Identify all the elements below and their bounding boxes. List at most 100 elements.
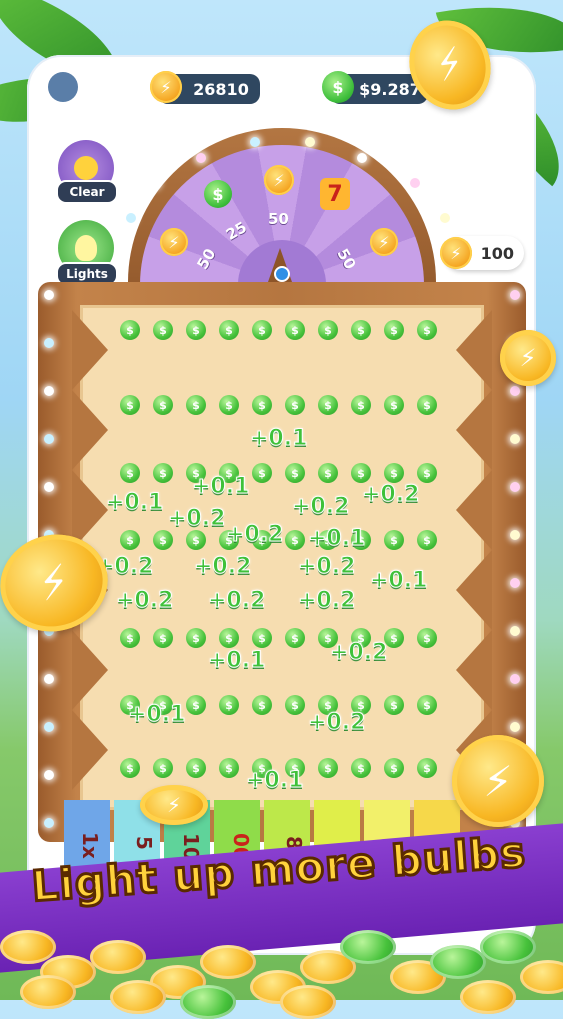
reward-popup: +0.2 [297, 554, 356, 580]
reward-popup: +0.2 [329, 640, 388, 666]
peg: $ [384, 320, 404, 340]
peg: $ [153, 395, 173, 415]
peg: $ [120, 463, 140, 483]
peg: $ [219, 695, 239, 715]
dollar-coin-icon [480, 930, 536, 964]
bulb-light [440, 213, 450, 223]
bulb-light [44, 434, 54, 444]
dollar-coin-icon: $ [322, 71, 354, 103]
bulb-light [305, 137, 315, 147]
bulb-light [44, 722, 54, 732]
peg: $ [186, 395, 206, 415]
reward-popup: +0.1 [127, 702, 186, 728]
bulb-light [44, 770, 54, 780]
peg: $ [186, 695, 206, 715]
wheel-number: 50 [268, 210, 289, 228]
right-zigzag-wall [456, 310, 492, 790]
bulb-light [510, 626, 520, 636]
peg: $ [384, 530, 404, 550]
dollar-coin-icon [180, 985, 236, 1019]
bulb-light [510, 482, 520, 492]
lightning-coin-icon [520, 960, 563, 994]
bulb-light [510, 290, 520, 300]
lightning-coin-icon [110, 980, 166, 1014]
peg: $ [417, 758, 437, 778]
lightning-coin-icon: ⚡ [440, 237, 472, 269]
peg: $ [153, 530, 173, 550]
peg: $ [153, 463, 173, 483]
gear-icon[interactable] [48, 72, 78, 102]
peg: $ [285, 530, 305, 550]
peg: $ [219, 758, 239, 778]
bulb-light [510, 674, 520, 684]
peg: $ [285, 320, 305, 340]
peg: $ [252, 628, 272, 648]
bulb-light [44, 386, 54, 396]
bulb-light [126, 213, 136, 223]
peg: $ [252, 395, 272, 415]
peg: $ [417, 463, 437, 483]
peg: $ [417, 628, 437, 648]
reward-popup: +0.2 [291, 494, 350, 520]
peg: $ [417, 395, 437, 415]
lightning-coin-icon: ⚡ [452, 735, 544, 827]
wheel-seven-icon: 7 [320, 178, 350, 210]
reward-popup: +0.1 [105, 490, 164, 516]
reward-popup: +0.1 [191, 474, 250, 500]
bulb-light [44, 290, 54, 300]
bulb-light [510, 530, 520, 540]
wheel-lightning-icon-right: ⚡ [370, 228, 398, 256]
peg: $ [285, 695, 305, 715]
peg: $ [219, 628, 239, 648]
peg: $ [351, 395, 371, 415]
bulb-light [357, 153, 367, 163]
dollar-coin-icon [430, 945, 486, 979]
dollar-coin-icon [340, 930, 396, 964]
reward-popup: +0.1 [207, 648, 266, 674]
lightning-coin-icon: ⚡ [150, 71, 182, 103]
clear-label: Clear [56, 180, 118, 204]
peg: $ [120, 530, 140, 550]
wheel-lightning-icon: ⚡ [264, 165, 294, 195]
peg: $ [417, 695, 437, 715]
peg: $ [285, 463, 305, 483]
peg: $ [417, 530, 437, 550]
bulb-light [250, 137, 260, 147]
lightbulb-icon [75, 235, 97, 261]
lightning-coin-icon: ⚡ [500, 330, 556, 386]
reward-popup: +0.2 [297, 588, 356, 614]
peg: $ [219, 395, 239, 415]
lightning-coin-icon [20, 975, 76, 1009]
reward-popup: +0.1 [307, 526, 366, 552]
bulb-light [44, 482, 54, 492]
bulb-light [44, 818, 54, 828]
peg: $ [351, 463, 371, 483]
lightning-coin-icon [460, 980, 516, 1014]
bulb-light [196, 153, 206, 163]
reward-popup: +0.2 [207, 588, 266, 614]
wheel-pointer-gem [274, 266, 290, 282]
peg: $ [252, 463, 272, 483]
lightning-coin-icon: ⚡ [140, 785, 208, 825]
peg: $ [120, 758, 140, 778]
reward-popup: +0.2 [193, 554, 252, 580]
peg: $ [153, 320, 173, 340]
peg: $ [318, 463, 338, 483]
bulb-light [44, 674, 54, 684]
peg: $ [318, 320, 338, 340]
reward-popup: +0.2 [225, 522, 284, 548]
reward-popup: +0.1 [245, 768, 304, 794]
wheel-lightning-icon-left: ⚡ [160, 228, 188, 256]
reward-popup: +0.2 [167, 506, 226, 532]
peg: $ [120, 628, 140, 648]
reward-popup: +0.2 [361, 482, 420, 508]
reward-popup: +0.1 [249, 426, 308, 452]
cash-balance-value: $9.287 [359, 79, 421, 99]
bulb-light [510, 722, 520, 732]
peg: $ [417, 320, 437, 340]
peg: $ [186, 628, 206, 648]
peg: $ [285, 395, 305, 415]
peg: $ [351, 320, 371, 340]
peg: $ [318, 395, 338, 415]
wheel-dollar-icon: $ [204, 180, 232, 208]
